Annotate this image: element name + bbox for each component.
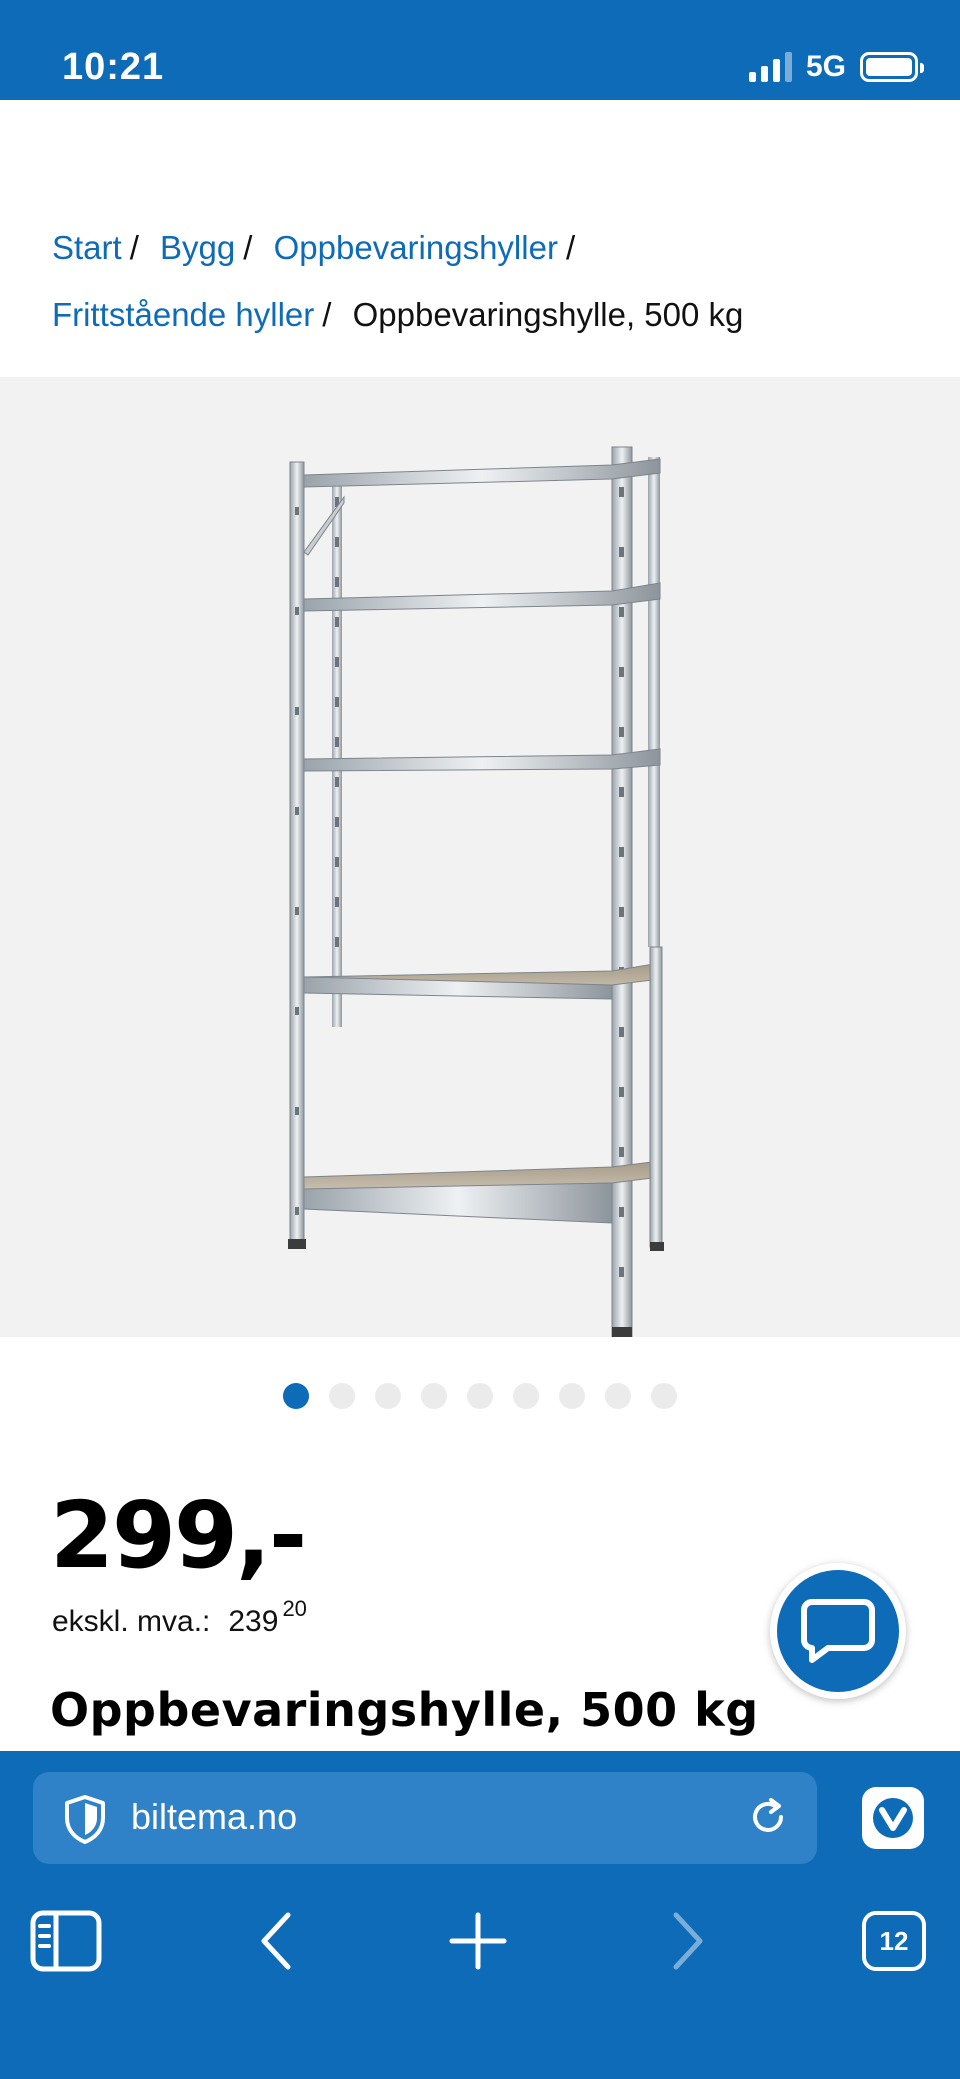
carousel-dot[interactable] [329,1383,355,1409]
signal-icon [748,52,792,82]
chevron-right-icon [673,1912,703,1970]
breadcrumb: Start / Bygg / Oppbevaringshyller / Frittst… [52,214,922,348]
breadcrumb-separator: / [243,229,253,266]
breadcrumb-link-bygg[interactable]: Bygg [160,229,235,266]
product-price: 299,- [50,1482,307,1589]
breadcrumb-separator: / [565,229,576,266]
breadcrumb-link-start[interactable]: Start [52,229,122,266]
product-image[interactable] [0,377,960,1337]
carousel-dots [283,1383,677,1409]
breadcrumb-separator: / [322,296,332,333]
page-load-progress [0,112,830,128]
url-text: biltema.no [131,1796,298,1837]
shelving-unit-icon [288,446,664,1337]
carousel-dot[interactable] [283,1383,309,1409]
carousel-dot[interactable] [605,1383,631,1409]
shield-icon[interactable] [63,1794,107,1844]
panel-button[interactable] [26,1901,106,1981]
breadcrumb-current: Oppbevaringshylle, 500 kg [352,296,744,333]
back-button[interactable] [236,1901,316,1981]
carousel-dot[interactable] [375,1383,401,1409]
status-indicators: 5G [748,50,924,84]
battery-icon [860,52,924,82]
carousel-dot[interactable] [421,1383,447,1409]
product-title: Oppbevaringshylle, 500 kg [50,1683,759,1737]
carousel-dot[interactable] [467,1383,493,1409]
breadcrumb-link-frittstaende-hyller[interactable]: Frittstående hyller [52,296,314,333]
price-excl-vat: ekskl. mva.: 239 20 [52,1596,307,1639]
plus-icon [449,1912,507,1970]
vat-decimals: 20 [282,1596,307,1621]
breadcrumb-separator: / [129,229,139,266]
vat-label: ekskl. mva.: [52,1605,211,1638]
browser-nav-row: 12 [0,1901,960,1991]
reload-icon[interactable] [747,1796,789,1838]
breadcrumb-link-oppbevaringshyller[interactable]: Oppbevaringshyller [274,229,558,266]
address-bar[interactable]: biltema.no [33,1772,817,1864]
vivaldi-menu-button[interactable] [862,1787,924,1849]
tab-count: 12 [862,1911,926,1971]
chat-bubble-icon [801,1599,875,1663]
new-tab-button[interactable] [438,1901,518,1981]
carousel-dot[interactable] [513,1383,539,1409]
sidebar-panel-icon [30,1910,102,1972]
browser-toolbar: biltema.no 12 [0,1751,960,2079]
carousel-dot[interactable] [559,1383,585,1409]
page: 10:21 5G Start / Bygg / Oppbevaringshyller… [0,0,960,2079]
forward-button[interactable] [648,1901,728,1981]
tabs-button[interactable]: 12 [854,1901,934,1981]
vivaldi-logo-icon [873,1798,913,1838]
network-label: 5G [805,50,846,83]
carousel-dot[interactable] [651,1383,677,1409]
chat-button[interactable] [770,1563,906,1699]
chevron-left-icon [261,1912,291,1970]
vat-value: 239 [228,1605,279,1638]
status-time: 10:21 [62,46,165,88]
